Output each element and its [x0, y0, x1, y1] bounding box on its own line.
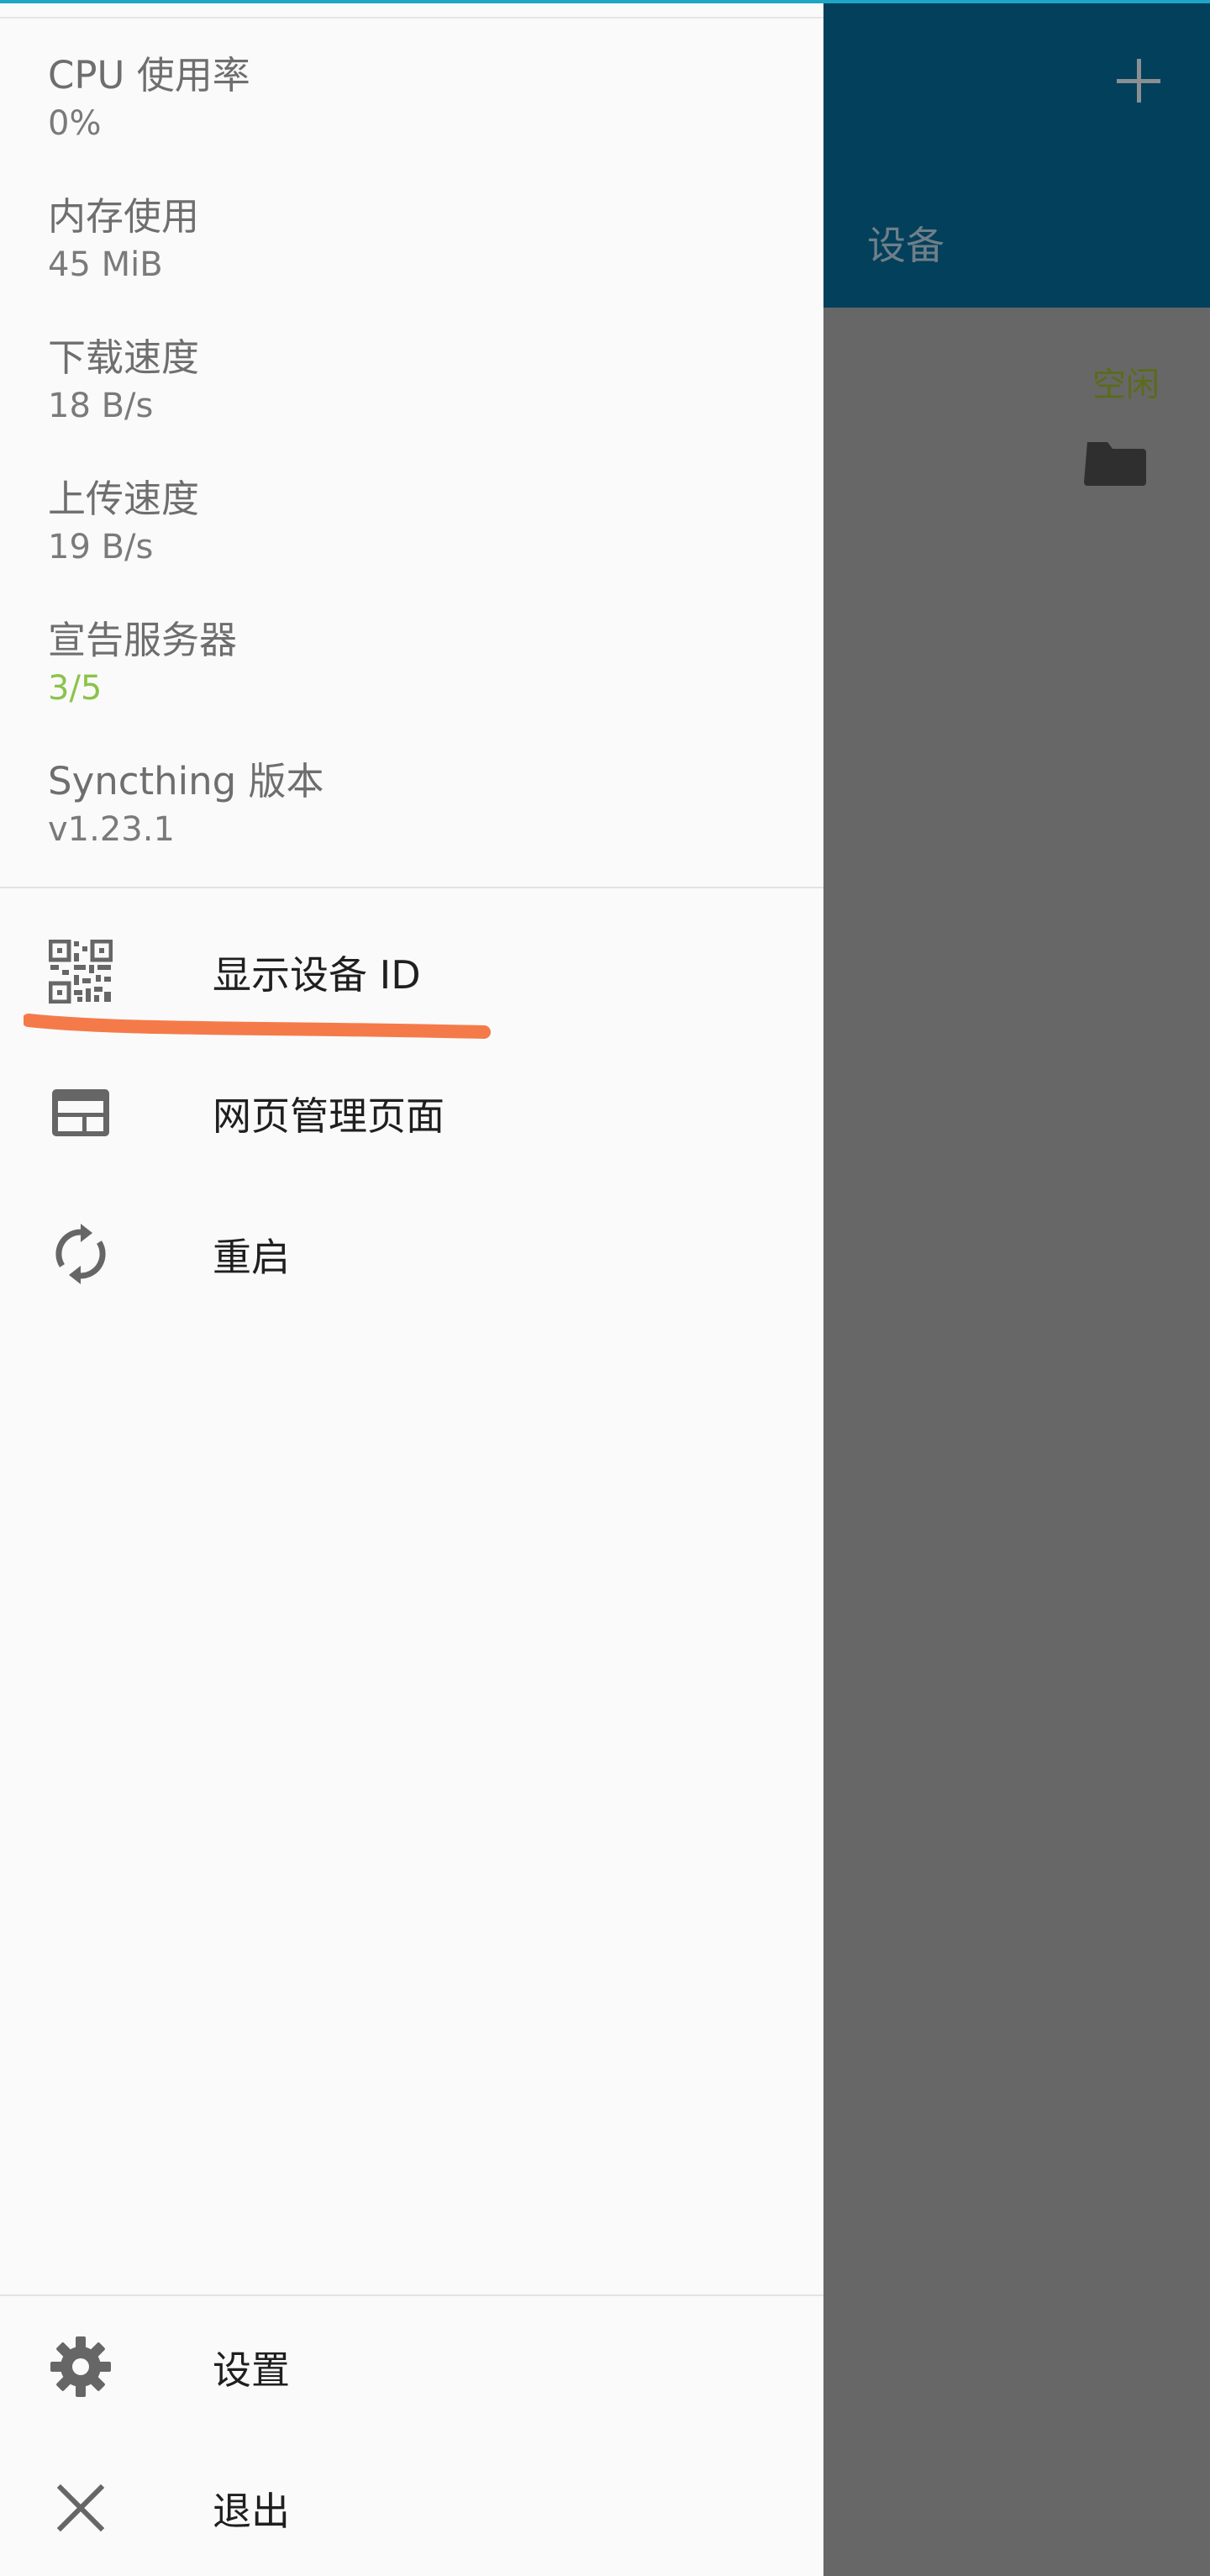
stat-value: 45 MiB — [48, 245, 163, 284]
stat-download: 下载速度 18 B/s — [48, 333, 199, 429]
highlight-underline — [24, 1014, 491, 1039]
stat-label: 宣告服务器 — [48, 618, 238, 662]
stat-upload: 上传速度 19 B/s — [48, 474, 199, 570]
menu-settings[interactable]: 设置 — [0, 2303, 823, 2429]
stat-label: Syncthing 版本 — [48, 759, 324, 803]
stat-label: 内存使用 — [48, 194, 200, 239]
web-window-icon — [52, 1089, 109, 1136]
menu-label: 重启 — [213, 1235, 290, 1280]
stat-label: CPU 使用率 — [48, 53, 250, 97]
menu-label: 网页管理页面 — [213, 1093, 445, 1139]
stat-label: 下载速度 — [48, 335, 200, 380]
menu-web-gui[interactable]: 网页管理页面 — [0, 1049, 823, 1175]
bottom-divider — [0, 2294, 823, 2296]
stat-value: 19 B/s — [48, 528, 154, 566]
tab-devices[interactable]: 设备 — [867, 215, 944, 271]
stat-memory: 内存使用 45 MiB — [48, 192, 199, 287]
menu-restart[interactable]: 重启 — [0, 1190, 823, 1316]
stat-version: Syncthing 版本 v1.23.1 — [48, 756, 324, 852]
menu-label: 显示设备 ID — [213, 952, 421, 998]
gear-icon — [50, 2336, 111, 2397]
folder-icon — [1084, 442, 1146, 486]
plus-icon[interactable] — [1113, 55, 1164, 106]
menu-exit[interactable]: 退出 — [0, 2444, 823, 2570]
menu-label: 退出 — [213, 2489, 290, 2534]
menu-label: 设置 — [213, 2347, 290, 2393]
stat-value: 18 B/s — [48, 387, 154, 425]
close-icon — [56, 2484, 105, 2532]
drawer-top-divider — [0, 17, 823, 18]
qr-code-icon — [49, 940, 113, 1004]
stat-value: 3/5 — [48, 669, 103, 708]
stat-value: v1.23.1 — [48, 810, 175, 849]
stats-divider — [0, 887, 823, 888]
stat-announce-servers: 宣告服务器 3/5 — [48, 615, 237, 711]
stat-label: 上传速度 — [48, 477, 200, 521]
navigation-drawer: CPU 使用率 0% 内存使用 45 MiB 下载速度 18 B/s 上传速度 … — [0, 0, 823, 2576]
folder-status: 空闲 — [1092, 366, 1160, 404]
stat-cpu: CPU 使用率 0% — [48, 50, 250, 146]
restart-icon — [55, 1224, 106, 1284]
screen: 设备 空闲 CPU 使用率 0% 内存使用 45 MiB 下载速度 18 B/s… — [0, 0, 1210, 2576]
stat-value: 0% — [48, 104, 102, 143]
